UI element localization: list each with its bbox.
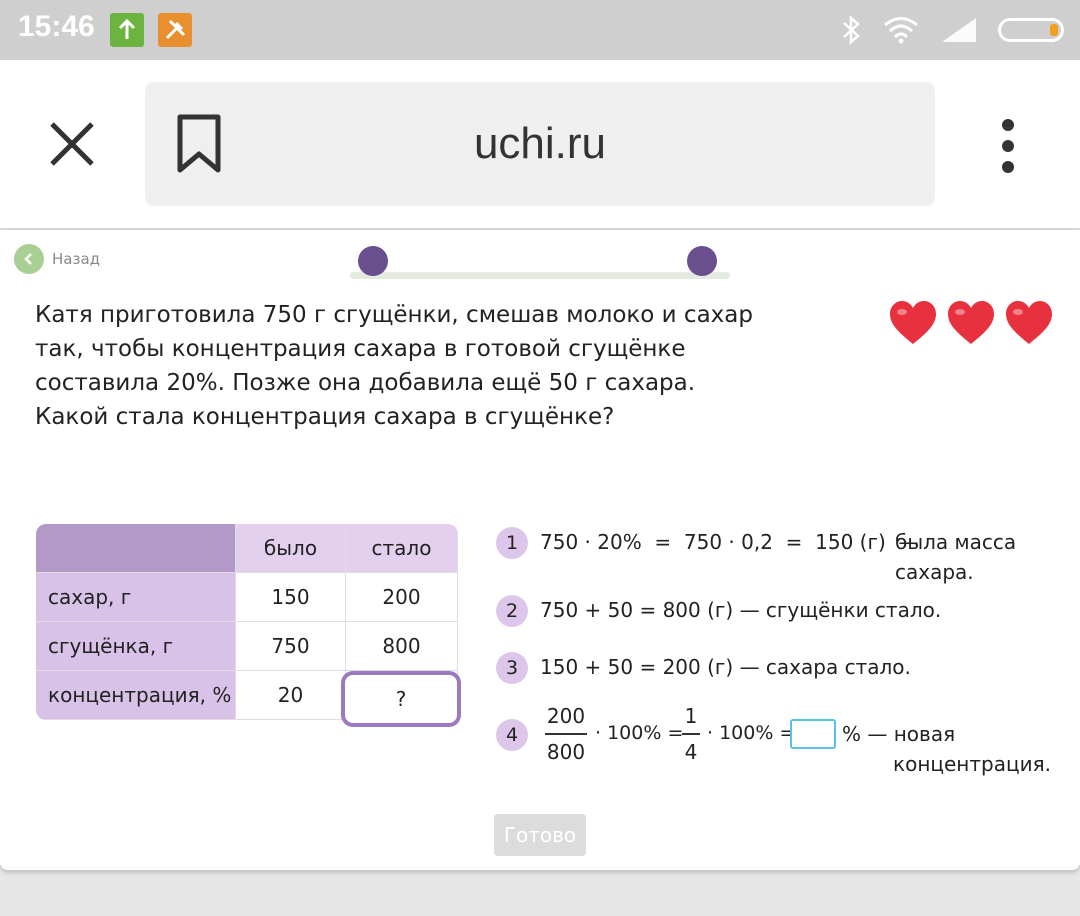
upload-icon [110, 13, 144, 47]
fraction-numerator: 200 [546, 704, 586, 728]
column-header: было [236, 524, 346, 573]
heart-icon [890, 301, 936, 344]
table-cell: 750 [236, 622, 346, 671]
url-bar[interactable]: uchi.ru [145, 82, 935, 206]
fraction: 200 800 [545, 704, 587, 764]
lesson-content: Назад Катя приготовила 750 г сгущёнки, с… [0, 230, 1080, 870]
paint-icon [158, 13, 192, 47]
unknown-cell: ? [341, 671, 461, 727]
step-note: концентрация. [893, 752, 1051, 776]
status-bar: 15:46 [0, 0, 1080, 60]
status-icons [840, 14, 1064, 46]
bookmark-icon[interactable] [176, 114, 222, 174]
back-button[interactable]: Назад [14, 244, 100, 274]
table-cell: 800 [346, 622, 458, 671]
fraction-numerator: 1 [684, 704, 698, 728]
back-label: Назад [52, 250, 101, 268]
signal-icon [942, 18, 976, 42]
chevron-left-icon [14, 244, 44, 274]
problem-line: Какой стала концентрация сахара в сгущён… [35, 404, 615, 430]
more-vert-icon[interactable] [996, 118, 1020, 174]
answer-input[interactable] [790, 719, 836, 749]
close-icon[interactable] [46, 118, 98, 170]
table-corner [36, 524, 236, 573]
row-label: концентрация, % [36, 671, 236, 720]
progress-dot [687, 246, 717, 276]
step-expression: 150 + 50 = 200 (г) — сахара стало. [540, 655, 911, 679]
problem-line: Катя приготовила 750 г сгущёнки, смешав … [35, 302, 753, 328]
fraction-denominator: 800 [546, 740, 586, 764]
heart-icon [1006, 301, 1052, 344]
table-row: сахар, г 150 200 [36, 573, 458, 622]
fraction-bar [545, 733, 587, 735]
row-label: сгущёнка, г [36, 622, 236, 671]
step-number: 2 [496, 595, 528, 627]
problem-text: Катя приготовила 750 г сгущёнки, смешав … [35, 298, 795, 434]
fraction: 1 4 [682, 704, 700, 764]
step-number: 3 [496, 652, 528, 684]
lives [888, 300, 1054, 346]
fraction-denominator: 4 [684, 740, 698, 764]
url-text: uchi.ru [473, 119, 607, 168]
progress-track [350, 272, 730, 279]
problem-line: составила 20%. Позже она добавила ещё 50… [35, 370, 696, 396]
step-expression: 750 · 20% = 750 · 0,2 = 150 (г) — [540, 530, 919, 554]
bluetooth-icon [843, 15, 860, 45]
heart-icon [948, 301, 994, 344]
step-expression: 750 + 50 = 800 (г) — сгущёнки стало. [540, 598, 942, 622]
wifi-icon [884, 17, 918, 44]
step-number: 1 [496, 527, 528, 559]
table-cell: 200 [346, 573, 458, 622]
step-note: сахара. [895, 560, 974, 584]
table-cell: 20 [236, 671, 346, 720]
step-note: % — новая [842, 722, 956, 746]
step-expression: · 100% = [707, 722, 796, 744]
table-row: сгущёнка, г 750 800 [36, 622, 458, 671]
step-expression: · 100% = [595, 722, 684, 744]
table-header-row: было стало [36, 524, 458, 573]
browser-toolbar: uchi.ru [0, 60, 1080, 228]
problem-line: так, чтобы концентрация сахара в готовой… [35, 336, 686, 362]
battery-icon [998, 18, 1064, 42]
status-time: 15:46 [18, 10, 95, 43]
column-header: стало [346, 524, 458, 573]
done-button[interactable]: Готово [494, 814, 586, 856]
progress-dot [358, 246, 388, 276]
step-note: была масса [895, 530, 1017, 554]
table-cell: 150 [236, 573, 346, 622]
fraction-bar [682, 733, 700, 735]
row-label: сахар, г [36, 573, 236, 622]
step-number: 4 [496, 719, 528, 751]
